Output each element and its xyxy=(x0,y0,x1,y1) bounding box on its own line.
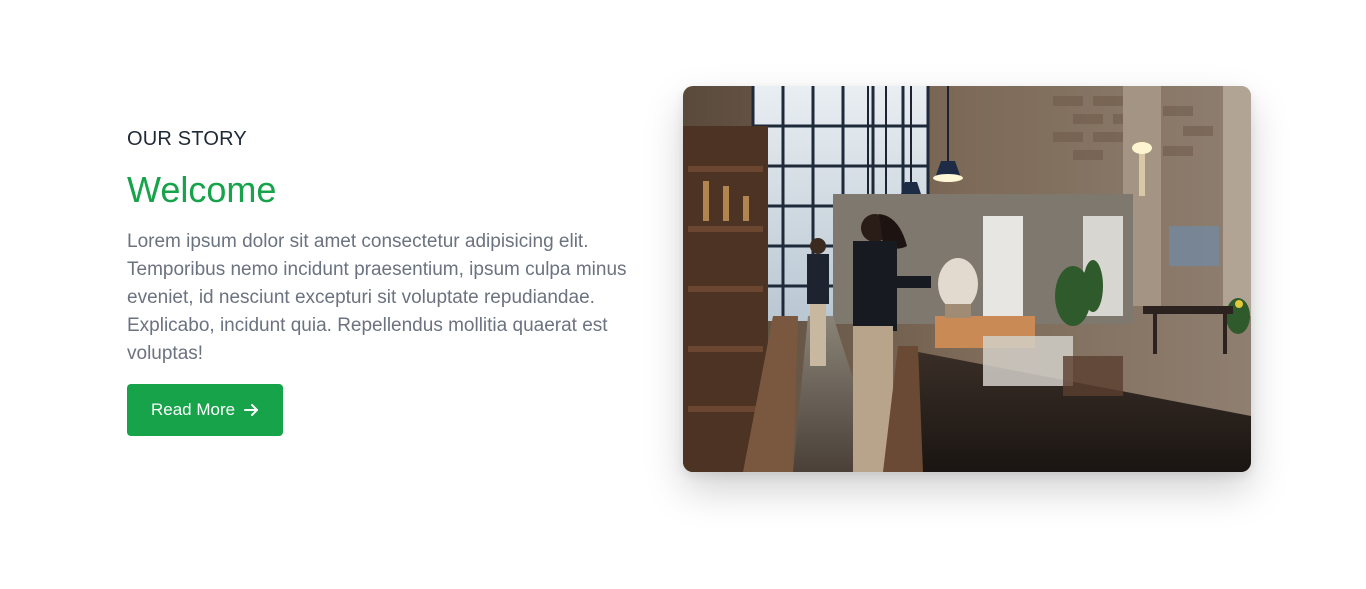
read-more-button[interactable]: Read More xyxy=(127,384,284,436)
arrow-right-icon xyxy=(243,402,259,418)
read-more-label: Read More xyxy=(151,400,236,419)
our-story-section: OUR STORY Welcome Lorem ipsum dolor sit … xyxy=(0,0,1366,589)
section-title: Welcome xyxy=(127,169,277,210)
cafe-interior-photo xyxy=(683,86,1251,472)
section-description: Lorem ipsum dolor sit amet consectetur a… xyxy=(127,231,627,364)
section-eyebrow: OUR STORY xyxy=(127,128,247,150)
story-text-column: OUR STORY Welcome Lorem ipsum dolor sit … xyxy=(127,124,637,436)
